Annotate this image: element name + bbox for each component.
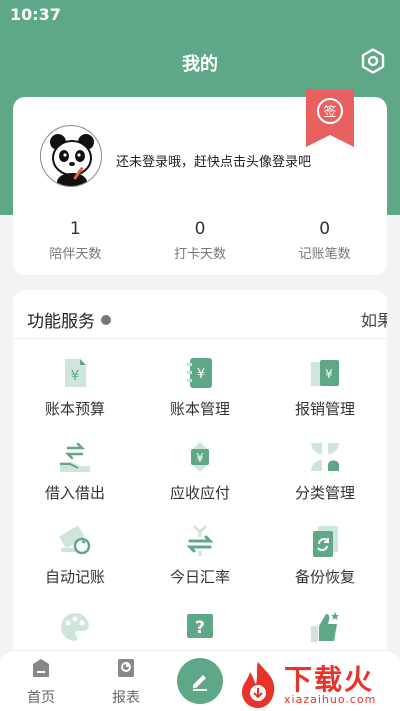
ribbon-badge-text: 签 (323, 104, 336, 120)
add-record-button[interactable] (177, 658, 223, 704)
home-icon (33, 659, 49, 677)
service-label: 分类管理 (294, 484, 355, 502)
report-icon (118, 659, 134, 677)
service-budget[interactable]: ¥ 账本预算 (13, 356, 137, 419)
svg-text:¥: ¥ (71, 369, 79, 384)
services-scroll-text: 如果 (360, 311, 387, 330)
svg-text:?: ? (195, 618, 205, 638)
help-icon: ? (187, 614, 213, 638)
service-help[interactable]: ? (138, 610, 262, 652)
stat-checkin-days[interactable]: 0 打卡天数 (138, 219, 263, 262)
palette-icon (61, 612, 89, 641)
service-exchange-rate[interactable]: 今日汇率 (138, 524, 262, 587)
edit-icon (193, 675, 207, 691)
svg-text:¥: ¥ (197, 367, 205, 382)
service-label: 账本预算 (44, 400, 105, 418)
ledger-manage-icon: ¥ (187, 358, 212, 388)
receivable-payable-icon: ¥ (190, 442, 210, 472)
tab-label: 报表 (112, 690, 140, 706)
sign-in-ribbon-icon[interactable]: 签 (306, 89, 354, 147)
watermark-text: 下载火 (284, 663, 375, 696)
panda-icon (50, 134, 94, 186)
tab-label: 首页 (27, 690, 55, 706)
stat-label: 打卡天数 (174, 247, 227, 262)
stat-companion-days[interactable]: 1 陪伴天数 (13, 219, 138, 262)
status-time: 10:37 (10, 4, 61, 24)
status-bar: 10:37 (0, 0, 400, 28)
services-dot (101, 314, 111, 325)
tab-report[interactable]: 报表 (96, 657, 156, 707)
service-label: 应收应付 (169, 484, 230, 502)
service-label: 备份恢复 (294, 568, 355, 586)
backup-restore-icon (313, 526, 338, 557)
service-label: 今日汇率 (169, 568, 230, 586)
avatar[interactable] (40, 125, 102, 187)
service-category[interactable]: 分类管理 (263, 440, 387, 503)
service-reimburse[interactable]: ¥ 报销管理 (263, 356, 387, 419)
svg-text:¥: ¥ (325, 367, 333, 381)
settings-icon[interactable] (360, 48, 386, 74)
service-label: 报销管理 (294, 400, 355, 418)
stat-record-count[interactable]: 0 记账笔数 (262, 219, 387, 262)
exchange-rate-icon (186, 524, 214, 556)
services-title: 功能服务 (27, 307, 111, 332)
stat-label: 陪伴天数 (49, 247, 102, 262)
service-theme[interactable] (13, 610, 137, 652)
watermark: 下载火 xiazaihuo.com (236, 660, 400, 711)
service-label: 自动记账 (44, 568, 105, 586)
service-label: 账本管理 (169, 400, 230, 418)
lend-borrow-icon (60, 442, 90, 472)
watermark-url: xiazaihuo.com (284, 693, 377, 706)
tab-home[interactable]: 首页 (11, 657, 71, 707)
flame-logo-icon (242, 662, 275, 708)
service-receivable-payable[interactable]: ¥ 应收应付 (138, 440, 262, 503)
thumbs-up-icon (311, 612, 339, 642)
divider (13, 338, 387, 339)
service-label: 借入借出 (44, 484, 105, 502)
stat-value: 0 (319, 219, 331, 239)
services-card: 功能服务 如果 ¥ 账本预算 ¥ 账本管理 ¥ 报销管理 借入借出 ¥ 应收应付… (13, 290, 387, 670)
budget-icon: ¥ (65, 359, 86, 387)
service-auto-record[interactable]: 自动记账 (13, 524, 137, 587)
profile-card: 还未登录哦，赶快点击头像登录吧 签 1 陪伴天数 0 打卡天数 0 记账笔数 (13, 89, 387, 275)
stats-row: 1 陪伴天数 0 打卡天数 0 记账笔数 (13, 219, 387, 262)
stat-value: 0 (194, 219, 206, 239)
svg-text:¥: ¥ (196, 451, 204, 465)
service-rate-us[interactable] (263, 610, 387, 652)
stat-value: 1 (69, 219, 81, 239)
service-lend-borrow[interactable]: 借入借出 (13, 440, 137, 503)
services-title-text: 功能服务 (27, 312, 95, 332)
category-icon (311, 443, 339, 471)
service-backup-restore[interactable]: 备份恢复 (263, 524, 387, 587)
page-title: 我的 (182, 54, 218, 75)
stat-label: 记账笔数 (298, 247, 351, 262)
reimburse-icon: ¥ (311, 360, 339, 386)
auto-record-icon (59, 526, 91, 555)
service-ledger-manage[interactable]: ¥ 账本管理 (138, 356, 262, 419)
login-tip[interactable]: 还未登录哦，赶快点击头像登录吧 (116, 151, 311, 170)
